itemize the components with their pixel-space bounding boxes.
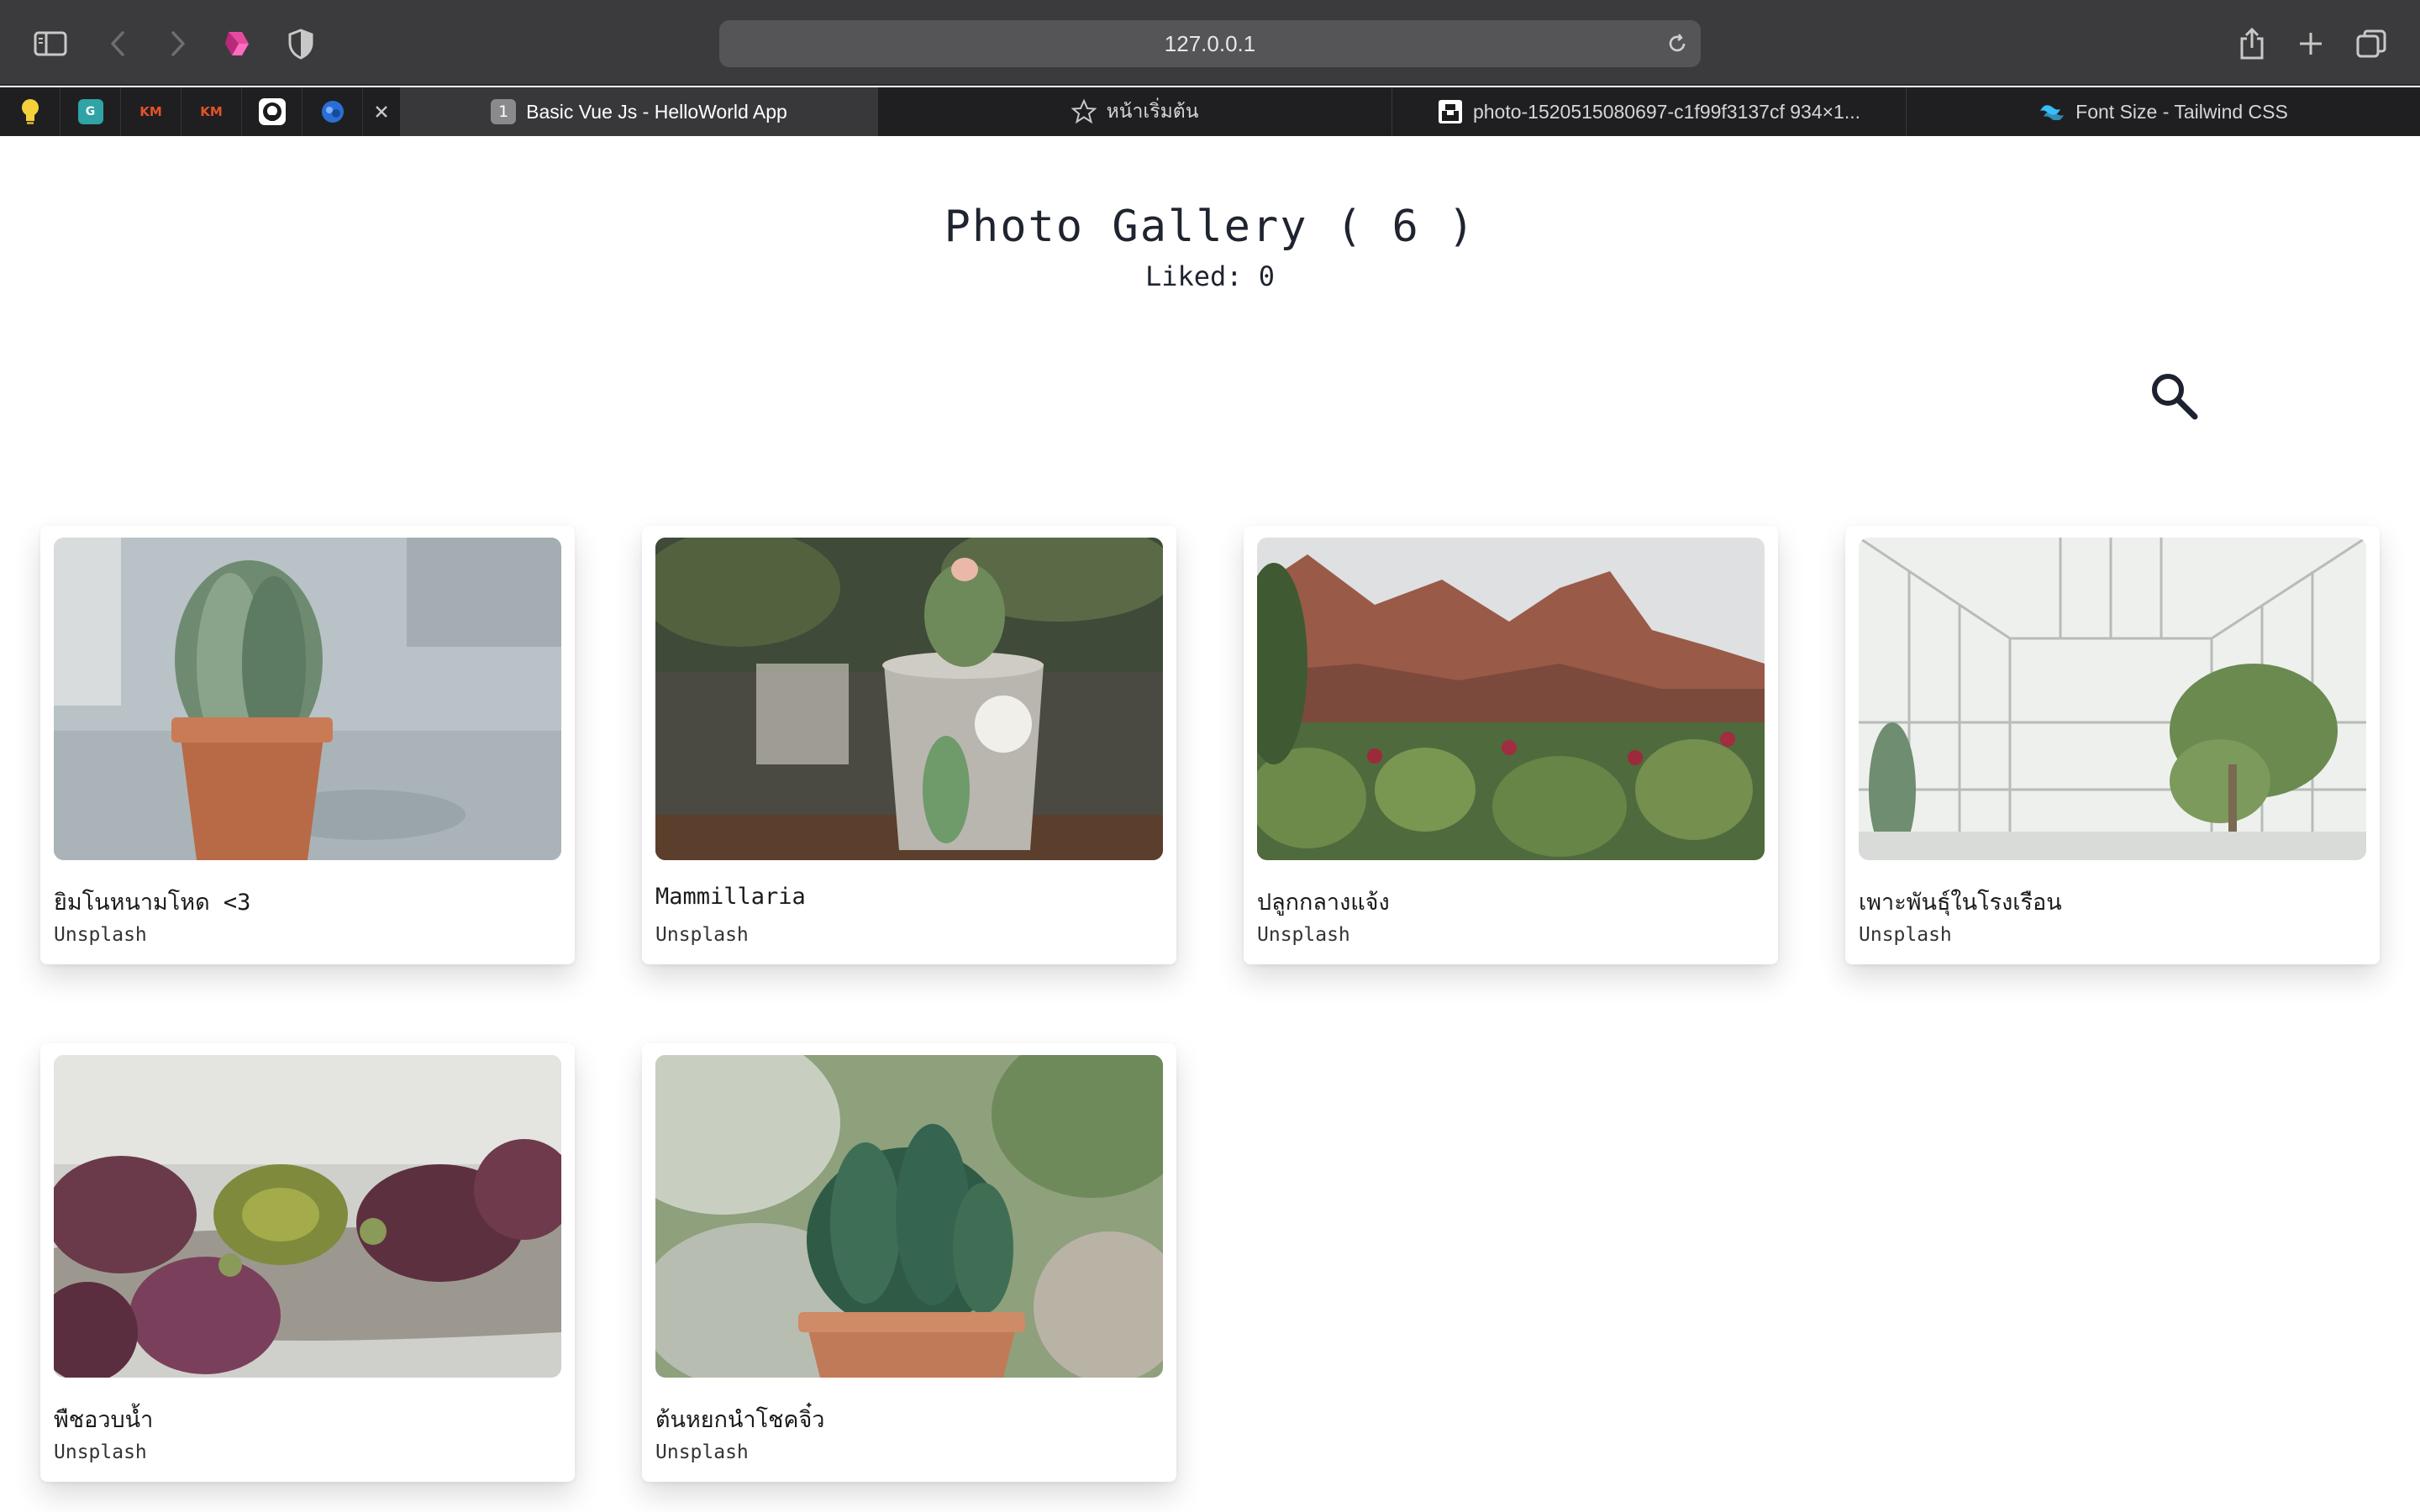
pinned-tab-gitkraken[interactable]: G xyxy=(60,87,121,136)
photo-source: Unsplash xyxy=(54,1441,147,1463)
github-icon xyxy=(258,98,286,125)
address-text[interactable]: 127.0.0.1 xyxy=(719,20,1701,67)
photo-source: Unsplash xyxy=(655,924,749,946)
close-tab-icon[interactable] xyxy=(363,87,400,136)
address-bar[interactable]: 127.0.0.1 xyxy=(719,20,1701,67)
photo-caption: เพาะพันธุ์ในโรงเรือน xyxy=(1859,890,2062,916)
privacy-shield-icon[interactable] xyxy=(282,25,319,62)
new-tab-icon[interactable] xyxy=(2292,25,2329,62)
photo-card[interactable]: ยิมโนหนามโหด <3 Unsplash xyxy=(40,526,575,964)
liked-counter: Liked: 0 xyxy=(1144,260,1276,292)
photo-card[interactable]: Mammillaria Unsplash xyxy=(642,526,1176,964)
photo-caption: พืชอวบน้ำ xyxy=(54,1407,154,1433)
tab-label: photo-1520515080697-c1f99f3137cf 934×1..… xyxy=(1472,100,1861,123)
kmutt-icon: KM xyxy=(200,104,223,119)
photo-card[interactable]: ปลูกกลางแจ้ง Unsplash xyxy=(1244,526,1778,964)
pinned-tab-kmutt[interactable]: KM xyxy=(121,87,182,136)
unsplash-icon xyxy=(1438,100,1462,123)
pinned-tab-lightbulb[interactable] xyxy=(0,87,60,136)
pinned-tab-github[interactable] xyxy=(242,87,302,136)
tab-label: หน้าเริ่มต้น xyxy=(1106,100,1199,122)
photo-image[interactable] xyxy=(1859,538,2366,860)
photo-caption: ยิมโนหนามโหด <3 xyxy=(54,890,251,916)
search-button[interactable] xyxy=(2148,370,2200,422)
photo-card[interactable]: เพาะพันธุ์ในโรงเรือน Unsplash xyxy=(1845,526,2380,964)
tab-bar: G KM KM 1 Basic Vue Js - HelloWorld App … xyxy=(0,87,2420,136)
photo-source: Unsplash xyxy=(54,924,147,946)
kmutt-icon: KM xyxy=(139,104,162,119)
back-icon[interactable] xyxy=(99,25,136,62)
page-title: Photo Gallery ( 6 ) xyxy=(944,202,1476,252)
forward-icon[interactable] xyxy=(160,25,197,62)
star-icon xyxy=(1071,99,1097,124)
photo-image[interactable] xyxy=(54,538,561,860)
photo-image[interactable] xyxy=(655,1055,1163,1378)
sidebar-toggle-icon[interactable] xyxy=(32,25,69,62)
lightbulb-icon xyxy=(21,99,39,124)
photo-caption: ต้นหยกนำโชคจิ๋ว xyxy=(655,1407,825,1433)
photo-source: Unsplash xyxy=(1859,924,1952,946)
tailwind-icon xyxy=(2040,105,2065,120)
gitkraken-icon: G xyxy=(77,99,103,124)
photo-card[interactable]: ต้นหยกนำโชคจิ๋ว Unsplash xyxy=(642,1043,1176,1482)
tab-tailwind[interactable]: Font Size - Tailwind CSS xyxy=(1906,87,2420,136)
photo-image[interactable] xyxy=(1257,538,1765,860)
tab-label: Basic Vue Js - HelloWorld App xyxy=(526,100,787,123)
photo-image[interactable] xyxy=(54,1055,561,1378)
photo-caption: Mammillaria xyxy=(655,884,806,910)
tab-overview-icon[interactable] xyxy=(2353,25,2390,62)
photo-card[interactable]: พืชอวบน้ำ Unsplash xyxy=(40,1043,575,1482)
bitwarden-icon xyxy=(321,101,344,123)
photo-image[interactable] xyxy=(655,538,1163,860)
tab-home[interactable]: หน้าเริ่มต้น xyxy=(877,87,1392,136)
extension-logo-icon[interactable] xyxy=(220,25,257,62)
photo-source: Unsplash xyxy=(655,1441,749,1463)
reload-icon[interactable] xyxy=(1665,32,1689,55)
share-icon[interactable] xyxy=(2233,25,2270,62)
photo-caption: ปลูกกลางแจ้ง xyxy=(1257,890,1390,916)
tab-photo[interactable]: photo-1520515080697-c1f99f3137cf 934×1..… xyxy=(1392,87,1906,136)
tab-label: Font Size - Tailwind CSS xyxy=(2075,100,2288,123)
pinned-tab-bitwarden[interactable] xyxy=(302,87,363,136)
photo-source: Unsplash xyxy=(1257,924,1350,946)
pinned-tab-kmutt-2[interactable]: KM xyxy=(182,87,242,136)
tab-number-badge: 1 xyxy=(491,99,517,124)
tab-basic-vue[interactable]: 1 Basic Vue Js - HelloWorld App xyxy=(400,87,877,136)
browser-toolbar: 127.0.0.1 xyxy=(0,0,2420,86)
search-icon xyxy=(2152,374,2198,420)
